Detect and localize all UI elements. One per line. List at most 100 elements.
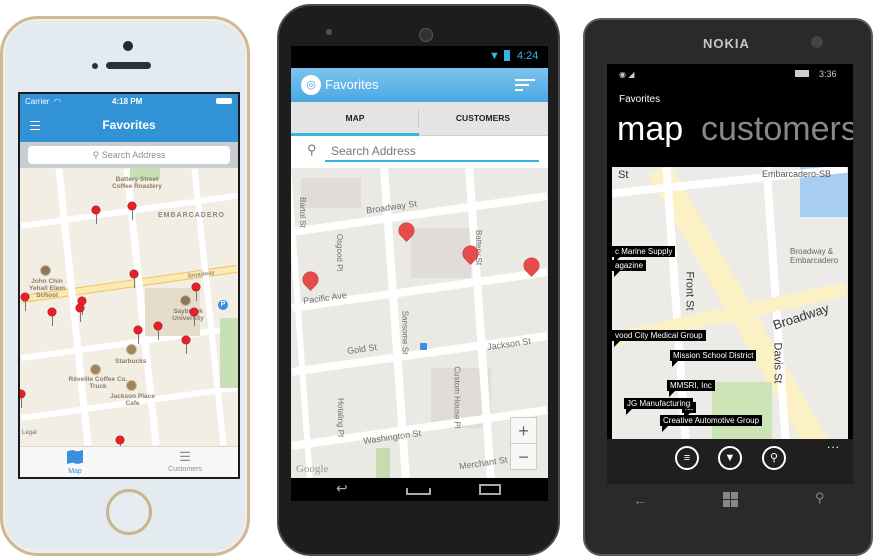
street-label: Bartol St	[297, 197, 307, 228]
map-pin[interactable]	[21, 293, 29, 311]
back-button[interactable]: ←	[633, 492, 647, 508]
sort-menu-icon[interactable]	[515, 79, 535, 91]
front-camera	[123, 41, 133, 51]
map-pin[interactable]	[48, 308, 56, 326]
ios-nav-bar: Favorites	[20, 110, 238, 142]
app-icon[interactable]: ◎	[301, 75, 321, 95]
map-pin[interactable]	[154, 322, 162, 340]
poi-label: Jackson Place Cafe	[110, 393, 155, 407]
tab-customers[interactable]: ☰ Customers	[145, 450, 225, 474]
transit-label: Broadway & Embarcadero	[790, 247, 839, 265]
customer-callout[interactable]: vood City Medical Group	[612, 330, 706, 347]
search-address-input[interactable]: Search Address	[325, 142, 539, 162]
zoom-in-button[interactable]: +	[511, 418, 536, 444]
battery-icon	[216, 98, 232, 104]
filter-icon[interactable]: ▼	[718, 446, 742, 470]
ios-tab-bar: Map ☰ Customers	[20, 446, 238, 477]
map-pin[interactable]	[134, 326, 142, 344]
customer-callout[interactable]: c Marine Supply	[612, 246, 676, 263]
customer-callout[interactable]: Creative Automotive Group	[660, 415, 763, 432]
list-icon[interactable]: ≡	[675, 446, 699, 470]
poi-label: Battery Street Coffee Roastery	[112, 176, 162, 190]
home-button[interactable]	[406, 484, 431, 495]
search-hardware-button[interactable]: ⚲	[815, 490, 825, 506]
search-placeholder: Search Address	[101, 150, 166, 160]
university-icon	[180, 295, 191, 306]
tab-map[interactable]: Map	[35, 450, 115, 475]
recents-button[interactable]	[479, 484, 501, 495]
back-button[interactable]: ↩	[336, 480, 348, 497]
poi-label: Saybrook University	[172, 308, 204, 322]
battery-icon	[504, 50, 510, 61]
search-address-input[interactable]: ⚲ Search Address	[28, 146, 230, 164]
map-pin[interactable]	[182, 336, 190, 354]
coffee-icon	[126, 380, 137, 391]
tab-map[interactable]: MAP	[291, 102, 419, 136]
customer-callout[interactable]: Mission School District	[670, 350, 757, 367]
earpiece-speaker	[106, 62, 151, 69]
map-pin[interactable]	[92, 206, 100, 224]
android-map-view[interactable]: Broadway St Bartol St Osgood Pl Battery …	[291, 168, 548, 478]
status-time: 4:18 PM	[112, 97, 143, 106]
action-bar: ◎ Favorites	[291, 68, 548, 102]
legal-link[interactable]: Legal	[22, 430, 37, 436]
wp-screen: ◉ ◢ 3:36 Favorites map customers St Fron…	[607, 64, 853, 484]
ios-search-bar: ⚲ Search Address	[20, 142, 238, 168]
wp-app-bar: ≡ ▼ ⚲ ...	[607, 437, 853, 484]
map-pin[interactable]	[128, 202, 136, 220]
front-camera	[419, 28, 433, 42]
street-battery	[465, 168, 495, 478]
customer-callout[interactable]: JG Manufacturing	[624, 398, 694, 415]
app-title: Favorites	[619, 94, 661, 105]
android-nav-bar: ↩	[291, 478, 548, 501]
actionbar-title: Favorites	[325, 77, 379, 92]
pivot-map[interactable]: map	[617, 110, 683, 149]
park-area	[220, 318, 238, 388]
windows-start-button[interactable]	[723, 492, 738, 507]
map-pin[interactable]	[76, 304, 84, 322]
ios-map-view[interactable]: Battery Street Coffee Roastery EMBARCADE…	[20, 168, 238, 446]
transit-label: Embarcadero-SB	[762, 169, 832, 179]
street-pacific	[20, 324, 238, 362]
street-label: Merchant St	[458, 454, 508, 472]
map-pin[interactable]	[130, 270, 138, 288]
map-pin[interactable]	[116, 436, 124, 446]
map-pin[interactable]	[192, 283, 200, 301]
street-label: Hotaling Pl	[335, 398, 345, 437]
brand-logo: NOKIA	[703, 36, 750, 51]
street-label: Osgood Pl	[335, 233, 345, 272]
tab-label: Map	[68, 468, 82, 475]
parking-icon: P	[218, 300, 228, 310]
carrier-label: Carrier	[25, 97, 50, 106]
more-button[interactable]: ...	[827, 437, 840, 451]
pivot-customers[interactable]: customers	[701, 110, 853, 149]
home-button[interactable]	[106, 489, 152, 535]
tab-customers[interactable]: CUSTOMERS	[419, 102, 547, 136]
transit-icon	[420, 343, 427, 350]
street-label: Davis St	[771, 342, 784, 384]
poi-label: Starbucks	[115, 358, 147, 365]
street-label: Front St	[683, 271, 696, 311]
customer-callout[interactable]: agazine	[612, 260, 647, 277]
nav-title: Favorites	[102, 118, 156, 132]
tab-label: Customers	[168, 466, 202, 473]
status-time: 4:24	[517, 50, 539, 62]
street-label: Custom House Pl	[452, 366, 462, 429]
customer-callout[interactable]: MMSRI, Inc	[667, 380, 715, 397]
status-time: 3:36	[819, 69, 837, 79]
map-pin[interactable]	[299, 268, 322, 291]
nokia-device: NOKIA ◉ ◢ 3:36 Favorites map customers S…	[583, 18, 873, 556]
wp-map-view[interactable]: St Front St Broadway Davis St Embarcader…	[612, 167, 848, 439]
search-row: ⚲ Search Address	[291, 136, 548, 168]
wifi-icon: ◠	[54, 97, 61, 106]
search-icon: ⚲	[307, 142, 317, 157]
android-device: ▼ 4:24 ◎ Favorites MAP CUSTOMERS ⚲ Searc…	[277, 4, 560, 556]
school-icon	[40, 265, 51, 276]
map-pin[interactable]	[190, 308, 198, 326]
search-icon[interactable]: ⚲	[762, 446, 786, 470]
map-pin[interactable]	[20, 390, 25, 408]
battery-icon	[795, 70, 809, 77]
map-icon	[67, 450, 83, 464]
area-label: EMBARCADERO	[158, 212, 225, 219]
zoom-out-button[interactable]: −	[511, 444, 536, 470]
